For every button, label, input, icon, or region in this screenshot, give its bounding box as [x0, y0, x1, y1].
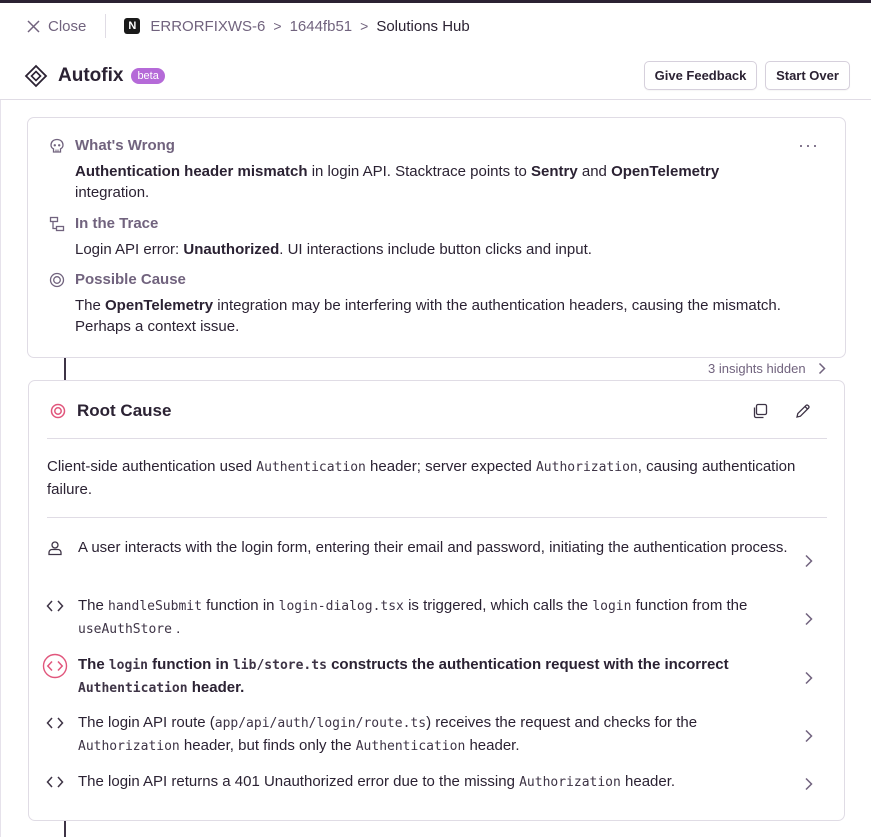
close-icon [27, 19, 40, 33]
close-button[interactable]: Close [27, 18, 86, 35]
breadcrumb: N ERRORFIXWS-6 > 1644fb51 > Solutions Hu… [124, 17, 470, 35]
insights-card: ··· What's Wrong Authentication header m… [27, 117, 846, 358]
possible-cause-text: The OpenTelemetry integration may be int… [75, 297, 781, 335]
whats-wrong-text: Authentication header mismatch in login … [75, 163, 720, 201]
code-icon [42, 653, 68, 680]
root-cause-heading: Root Cause [50, 401, 171, 421]
in-trace-heading: In the Trace [49, 215, 158, 232]
user-icon [42, 537, 68, 563]
timeline-connector [64, 358, 66, 380]
chevron-right-icon[interactable] [804, 554, 814, 568]
root-cause-card: Root Cause Client-side authentication us… [28, 380, 845, 821]
left-panel-edge [0, 100, 1, 837]
divider [47, 517, 827, 518]
skull-icon [50, 138, 64, 153]
root-cause-summary: Client-side authentication used Authenti… [47, 458, 796, 498]
give-feedback-button[interactable]: Give Feedback [644, 61, 757, 90]
whats-wrong-heading: What's Wrong [49, 137, 175, 154]
breadcrumb-current: Solutions Hub [376, 17, 470, 35]
insights-hidden-label: 3 insights hidden [708, 360, 806, 376]
code-icon [42, 595, 68, 621]
root-cause-step-highlighted[interactable]: The login function in lib/store.ts const… [42, 653, 827, 700]
chevron-right-icon: > [360, 18, 369, 34]
possible-cause-title: Possible Cause [75, 271, 186, 288]
root-cause-step[interactable]: A user interacts with the login form, en… [47, 537, 827, 563]
breadcrumb-event[interactable]: 1644fb51 [290, 18, 353, 35]
timeline-connector [64, 821, 66, 837]
step-text: The login API returns a 401 Unauthorized… [78, 773, 676, 790]
project-icon: N [124, 18, 141, 34]
step-text: The login API route (app/api/auth/login/… [78, 714, 698, 754]
top-bar: Close N ERRORFIXWS-6 > 1644fb51 > Soluti… [0, 3, 871, 49]
page-title: Autofix [58, 64, 124, 86]
whats-wrong-title: What's Wrong [75, 137, 175, 154]
divider [47, 438, 827, 439]
chevron-right-icon[interactable] [804, 671, 814, 685]
close-label: Close [48, 17, 87, 35]
chevron-right-icon[interactable] [804, 729, 814, 743]
target-icon [49, 272, 65, 287]
start-over-button[interactable]: Start Over [765, 61, 850, 90]
edit-icon[interactable] [795, 403, 811, 419]
chevron-right-icon[interactable] [804, 777, 814, 791]
step-text: The handleSubmit function in login-dialo… [78, 597, 748, 637]
step-text: A user interacts with the login form, en… [78, 539, 788, 556]
beta-badge: beta [131, 67, 165, 84]
more-options-icon[interactable]: ··· [798, 135, 819, 156]
root-cause-title: Root Cause [77, 401, 172, 420]
copy-icon[interactable] [752, 403, 768, 419]
chevron-right-icon [818, 362, 826, 374]
chevron-right-icon[interactable] [804, 612, 814, 626]
breadcrumb-issue[interactable]: ERRORFIXWS-6 [150, 18, 265, 35]
in-trace-text: Login API error: Unauthorized. UI intera… [75, 241, 592, 258]
divider [105, 14, 107, 38]
chevron-right-icon: > [273, 18, 282, 34]
insights-hidden-toggle[interactable]: 3 insights hidden [708, 358, 826, 378]
trace-icon [49, 216, 65, 231]
code-icon [42, 771, 68, 797]
target-icon [50, 403, 66, 419]
root-cause-step[interactable]: The handleSubmit function in login-dialo… [46, 595, 827, 641]
possible-cause-heading: Possible Cause [49, 271, 186, 288]
root-cause-step[interactable]: The login API returns a 401 Unauthorized… [46, 771, 827, 797]
root-cause-step[interactable]: The login API route (app/api/auth/login/… [46, 712, 827, 758]
in-trace-title: In the Trace [75, 215, 159, 232]
autofix-header: Autofix beta Give Feedback Start Over [0, 52, 871, 100]
step-text: The login function in lib/store.ts const… [78, 656, 729, 696]
autofix-icon [24, 64, 48, 87]
code-icon [42, 712, 68, 738]
